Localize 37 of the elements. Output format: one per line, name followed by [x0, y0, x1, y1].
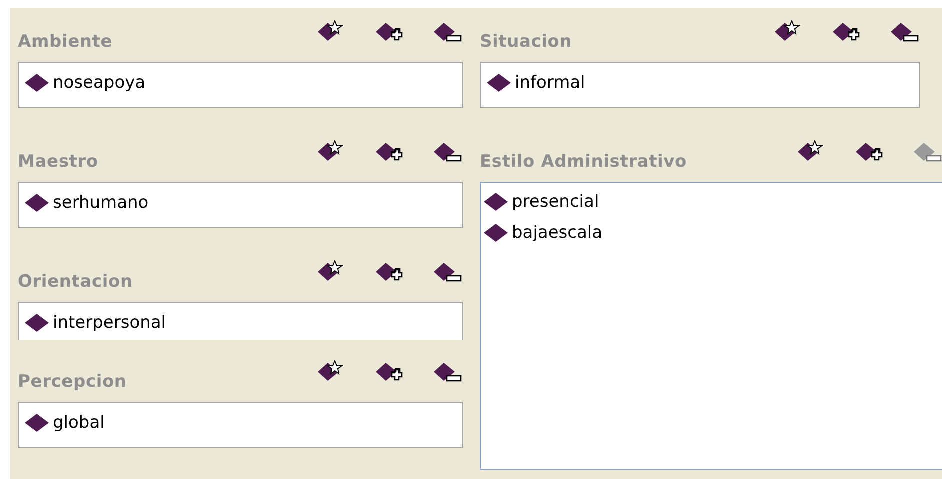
- value-field[interactable]: serhumano: [18, 182, 463, 228]
- add-item-icon[interactable]: [375, 360, 405, 384]
- remove-item-icon[interactable]: [433, 140, 463, 164]
- value-field[interactable]: interpersonal: [18, 302, 463, 340]
- section-title: Percepcion: [18, 372, 127, 392]
- add-item-icon[interactable]: [855, 140, 885, 164]
- section-title: Estilo Administrativo: [480, 152, 688, 172]
- value-list[interactable]: presencial bajaescala: [480, 182, 942, 470]
- diamond-icon: [25, 413, 49, 433]
- diamond-icon: [25, 193, 49, 213]
- value-field[interactable]: informal: [480, 62, 920, 108]
- value-text[interactable]: informal: [515, 73, 586, 93]
- remove-item-icon[interactable]: [433, 360, 463, 384]
- value-text[interactable]: presencial: [512, 192, 600, 212]
- section-title: Orientacion: [18, 272, 133, 292]
- diamond-icon: [25, 313, 49, 333]
- add-item-icon[interactable]: [375, 20, 405, 44]
- add-item-icon[interactable]: [832, 20, 862, 44]
- section-title: Situacion: [480, 32, 572, 52]
- add-item-icon[interactable]: [375, 260, 405, 284]
- value-field[interactable]: global: [18, 402, 463, 448]
- value-text[interactable]: serhumano: [53, 193, 149, 213]
- remove-item-icon[interactable]: [433, 20, 463, 44]
- value-field[interactable]: noseapoya: [18, 62, 463, 108]
- section-title: Maestro: [18, 152, 98, 172]
- section-title: Ambiente: [18, 32, 113, 52]
- value-text[interactable]: noseapoya: [53, 73, 146, 93]
- value-text[interactable]: global: [53, 413, 105, 433]
- diamond-icon: [484, 192, 508, 212]
- diamond-icon: [25, 73, 49, 93]
- diamond-icon: [487, 73, 511, 93]
- remove-item-icon[interactable]: [433, 260, 463, 284]
- value-text[interactable]: bajaescala: [512, 222, 603, 242]
- value-text[interactable]: interpersonal: [53, 313, 166, 333]
- remove-item-icon[interactable]: [890, 20, 920, 44]
- add-item-icon[interactable]: [375, 140, 405, 164]
- diamond-icon: [484, 222, 508, 242]
